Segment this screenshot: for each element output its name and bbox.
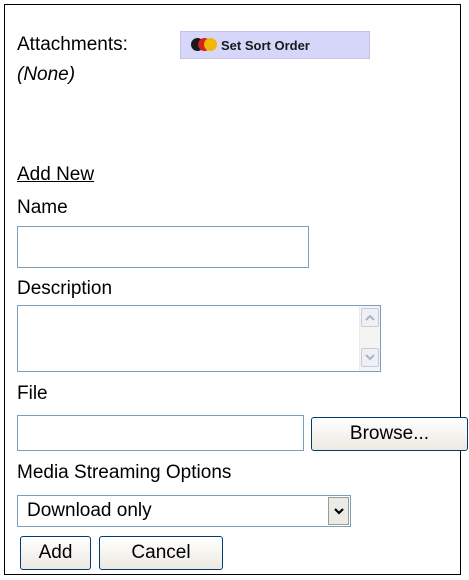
browse-button[interactable]: Browse... <box>311 417 468 451</box>
media-streaming-selected-value: Download only <box>27 500 152 521</box>
set-sort-order-label: Set Sort Order <box>221 37 310 53</box>
media-streaming-select[interactable]: Download only <box>17 495 351 527</box>
add-button[interactable]: Add <box>20 536 91 570</box>
scroll-up-button[interactable] <box>361 308 379 327</box>
cancel-button[interactable]: Cancel <box>99 536 223 570</box>
set-sort-order-button[interactable]: Set Sort Order <box>180 31 370 59</box>
no-attachments-text: (None) <box>17 64 76 85</box>
name-input[interactable] <box>17 226 309 268</box>
media-streaming-label: Media Streaming Options <box>17 462 232 483</box>
dropdown-arrow-button[interactable] <box>328 497 349 525</box>
description-scrollbar[interactable] <box>359 306 380 371</box>
colored-dots-icon <box>191 38 217 52</box>
file-label: File <box>17 383 48 404</box>
chevron-down-icon <box>334 508 344 515</box>
attachments-label: Attachments: <box>17 34 128 55</box>
name-label: Name <box>17 197 68 218</box>
chevron-up-icon <box>365 314 375 321</box>
add-new-heading: Add New <box>17 164 95 185</box>
chevron-down-icon <box>365 354 375 361</box>
scroll-down-button[interactable] <box>361 348 379 367</box>
file-path-input[interactable] <box>17 415 304 451</box>
description-label: Description <box>17 278 113 299</box>
description-textarea[interactable] <box>17 305 381 372</box>
